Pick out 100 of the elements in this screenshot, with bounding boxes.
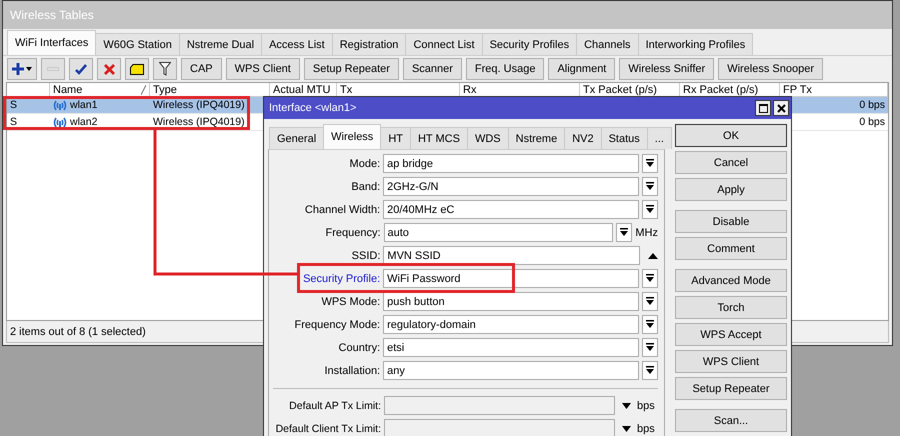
select-field[interactable]: auto — [384, 223, 614, 242]
table-cell: wlan2 — [70, 116, 98, 128]
tab[interactable]: Nstreme Dual — [178, 33, 262, 55]
dialog-button[interactable]: Torch — [675, 296, 787, 319]
tab[interactable]: Registration — [332, 33, 406, 55]
field-label: Channel Width: — [304, 204, 380, 216]
tab[interactable]: HT — [380, 127, 411, 149]
close-icon — [776, 104, 786, 112]
select-field[interactable]: WiFi Password — [383, 269, 640, 288]
dialog-button[interactable]: Setup Repeater — [675, 377, 787, 400]
dialog-button[interactable]: OK — [675, 124, 787, 147]
dialog-button[interactable]: Apply — [675, 178, 787, 201]
maximize-button[interactable] — [755, 100, 771, 116]
select-field[interactable]: ap bridge — [383, 154, 640, 173]
tab[interactable]: Nstreme — [508, 127, 566, 149]
dialog-button[interactable]: Advanced Mode — [675, 269, 787, 292]
tab[interactable]: Status — [600, 127, 648, 149]
tab[interactable]: General — [269, 127, 324, 149]
table-cell-text: Wireless (IPQ4019) — [152, 115, 246, 130]
dialog-button[interactable]: Comment — [675, 237, 787, 260]
dialog-button[interactable]: Disable — [675, 210, 787, 233]
tab[interactable]: WDS — [466, 127, 509, 149]
input-field[interactable] — [384, 396, 615, 415]
field-label: Frequency: — [324, 226, 380, 238]
up-arrow-icon[interactable] — [648, 252, 658, 258]
close-button[interactable] — [773, 100, 789, 116]
dropdown-button[interactable] — [642, 200, 658, 219]
dropdown-arrow-icon[interactable] — [622, 402, 631, 408]
select-field[interactable]: push button — [383, 292, 640, 311]
select-field[interactable]: etsi — [383, 338, 640, 357]
dropdown-button[interactable] — [642, 338, 658, 357]
plus-icon — [12, 63, 24, 75]
tab[interactable]: Connect List — [405, 33, 483, 55]
toolbar-button[interactable]: Alignment — [548, 58, 616, 80]
tab[interactable]: ... — [646, 127, 672, 149]
toolbar-button[interactable]: CAP — [181, 58, 222, 80]
tab[interactable]: Wireless — [323, 124, 382, 149]
select-field[interactable]: 2GHz-G/N — [383, 177, 640, 196]
window-title: Wireless Tables — [3, 1, 892, 29]
field-label: Band: — [350, 180, 380, 192]
dropdown-icon — [646, 320, 654, 329]
tab[interactable]: Channels — [576, 33, 639, 55]
toolbar-button[interactable] — [125, 58, 149, 80]
toolbar-button[interactable] — [153, 58, 177, 80]
toolbar-button[interactable] — [69, 58, 93, 80]
dropdown-icon — [620, 228, 628, 237]
tab[interactable]: Security Profiles — [482, 33, 578, 55]
toolbar-button[interactable] — [7, 58, 37, 80]
toolbar-button[interactable]: Scanner — [402, 58, 462, 80]
toolbar-button[interactable]: Wireless Sniffer — [619, 58, 714, 80]
toolbar-button[interactable]: Setup Repeater — [304, 58, 399, 80]
dropdown-icon — [646, 182, 654, 191]
field-label: Installation: — [323, 364, 380, 376]
input-field[interactable] — [384, 419, 615, 436]
column-header[interactable]: Name — [50, 83, 150, 97]
field-label: WPS Mode: — [320, 296, 380, 308]
dialog-button[interactable]: Cancel — [675, 151, 787, 174]
sort-icon — [141, 84, 146, 94]
toolbar-button[interactable]: Wireless Snooper — [718, 58, 824, 80]
tab[interactable]: NV2 — [564, 127, 602, 149]
select-field[interactable]: regulatory-domain — [383, 315, 640, 334]
field-label: Default AP Tx Limit: — [288, 400, 381, 412]
field-label: Country: — [338, 342, 380, 354]
tab[interactable]: W60G Station — [95, 33, 180, 55]
toolbar-button[interactable]: Freq. Usage — [466, 58, 544, 80]
dropdown-icon — [646, 274, 654, 283]
dropdown-button[interactable] — [642, 292, 658, 311]
select-field[interactable]: 20/40MHz eC — [383, 200, 640, 219]
caret-icon — [26, 67, 32, 71]
dropdown-icon — [646, 366, 654, 375]
table-cell-text: Wireless (IPQ4019) — [152, 98, 246, 113]
wireless-interface-icon — [53, 100, 67, 110]
field-label: Security Profile: — [302, 272, 380, 284]
dropdown-button[interactable] — [642, 269, 658, 288]
dialog-button[interactable]: WPS Client — [675, 350, 787, 373]
note-icon — [130, 64, 144, 74]
tab[interactable]: HT MCS — [410, 127, 468, 149]
dialog-title: Interface <wlan1> — [269, 102, 356, 114]
dropdown-button[interactable] — [642, 361, 658, 380]
dropdown-icon — [646, 159, 654, 168]
field-label: Default Client Tx Limit: — [274, 422, 381, 434]
select-field[interactable]: any — [383, 361, 640, 380]
table-cell-text: 0 bps — [858, 115, 886, 130]
table-cell-text: S — [9, 115, 18, 130]
dropdown-button[interactable] — [642, 154, 658, 173]
dialog-button[interactable]: Scan... — [675, 409, 787, 432]
dropdown-button[interactable] — [616, 223, 632, 242]
input-field[interactable]: MVN SSID — [383, 246, 640, 265]
table-cell-text: 0 bps — [858, 98, 886, 113]
table-cell-text: S — [9, 98, 18, 113]
tab[interactable]: Access List — [261, 33, 333, 55]
dialog-button[interactable]: WPS Accept — [675, 323, 787, 346]
dropdown-button[interactable] — [642, 315, 658, 334]
dropdown-button[interactable] — [642, 177, 658, 196]
tab[interactable]: WiFi Interfaces — [7, 30, 96, 55]
toolbar-button[interactable]: WPS Client — [226, 58, 300, 80]
filter-icon — [159, 62, 171, 76]
tab[interactable]: Interworking Profiles — [638, 33, 754, 55]
dropdown-arrow-icon[interactable] — [622, 426, 631, 432]
unit-label: bps — [637, 400, 655, 412]
